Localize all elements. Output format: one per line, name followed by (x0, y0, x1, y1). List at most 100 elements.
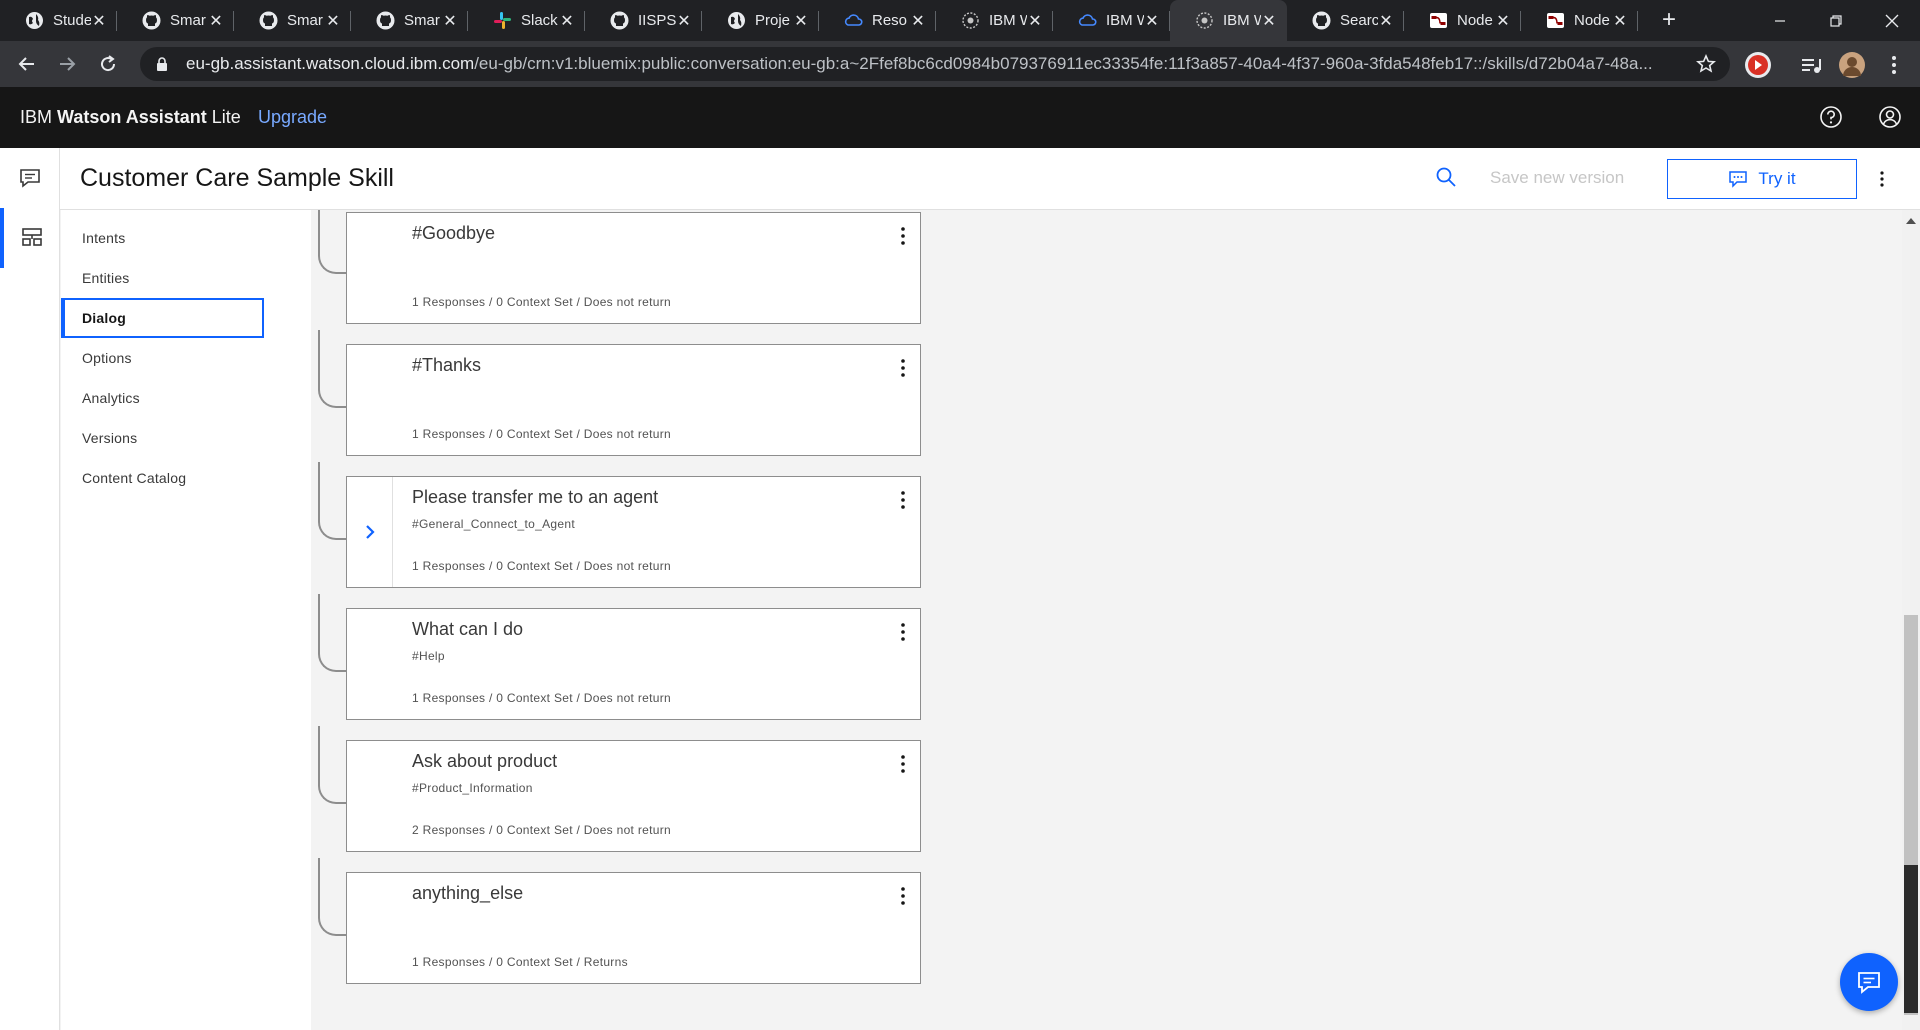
help-icon[interactable] (1818, 104, 1844, 130)
browser-tab[interactable]: Smar ✕ (351, 0, 468, 41)
kebab-menu-icon (901, 359, 905, 377)
sidenav-item-dialog[interactable]: Dialog (61, 298, 264, 338)
skills-tree-icon (22, 228, 42, 246)
back-button[interactable] (12, 49, 42, 79)
node-title: Please transfer me to an agent (412, 487, 659, 507)
close-icon[interactable]: ✕ (1378, 11, 1394, 31)
dialog-node[interactable]: Ask about product #Product_Information 2 R… (346, 740, 921, 852)
skills-nav-button[interactable] (0, 208, 60, 268)
close-icon[interactable]: ✕ (1144, 11, 1160, 31)
node-summary: 1 Responses / 0 Context Set / Does not r… (412, 295, 671, 309)
sidenav-item-content-catalog[interactable]: Content Catalog (61, 458, 264, 498)
profile-avatar[interactable] (1838, 51, 1866, 79)
node-summary: 2 Responses / 0 Context Set / Does not r… (412, 823, 671, 837)
close-icon[interactable]: ✕ (910, 11, 926, 31)
bookmark-star-icon[interactable] (1696, 54, 1716, 79)
address-bar[interactable]: eu-gb.assistant.watson.cloud.ibm.com/eu-… (140, 47, 1730, 81)
browser-tab[interactable]: Reso ✕ (819, 0, 936, 41)
browser-menu-button[interactable] (1880, 51, 1908, 79)
minimize-icon (1775, 19, 1785, 22)
scroll-up-arrow-icon[interactable] (1902, 212, 1920, 230)
sidenav-item-entities[interactable]: Entities (61, 258, 264, 298)
node-connector-line (318, 462, 346, 540)
scrollbar-thumb-active[interactable] (1904, 865, 1918, 1013)
search-button[interactable] (1435, 166, 1461, 192)
close-icon[interactable]: ✕ (1612, 11, 1628, 31)
browser-tab[interactable]: Stude ✕ (0, 0, 117, 41)
browser-tab[interactable]: IBM W ✕ (936, 0, 1053, 41)
browser-tab[interactable]: Slack ✕ (468, 0, 585, 41)
node-connector-line (318, 594, 346, 672)
dialog-node[interactable]: #Goodbye 1 Responses / 0 Context Set / Do… (346, 212, 921, 324)
dialog-node[interactable]: Please transfer me to an agent #General_C… (346, 476, 921, 588)
chevron-right-icon (365, 525, 375, 539)
node-overflow-menu[interactable] (895, 355, 911, 381)
close-icon[interactable]: ✕ (325, 11, 341, 31)
user-profile-icon[interactable] (1877, 104, 1903, 130)
kebab-menu-icon (901, 491, 905, 509)
browser-tab[interactable]: IBM W ✕ (1053, 0, 1170, 41)
try-it-button[interactable]: Try it (1667, 159, 1857, 199)
github-icon (259, 11, 278, 30)
tab-label: Node (1457, 12, 1493, 29)
close-window-button[interactable] (1864, 0, 1920, 41)
dialog-node[interactable]: What can I do #Help 1 Responses / 0 Contex… (346, 608, 921, 720)
search-icon (1436, 167, 1456, 187)
node-title: Ask about product (412, 751, 558, 771)
browser-tab[interactable]: Smar ✕ (234, 0, 351, 41)
restore-icon (1830, 14, 1842, 27)
close-icon[interactable]: ✕ (91, 11, 107, 31)
dialog-node[interactable]: anything_else 1 Responses / 0 Context Set… (346, 872, 921, 984)
node-overflow-menu[interactable] (895, 487, 911, 513)
extension-icon[interactable] (1744, 51, 1772, 79)
browser-tab[interactable]: Node ✕ (1404, 0, 1521, 41)
kebab-menu-icon (1880, 171, 1884, 187)
minimize-button[interactable] (1752, 0, 1808, 41)
browser-tab[interactable]: IBM W ✕ (1170, 0, 1287, 41)
left-rail (0, 148, 60, 1030)
restore-button[interactable] (1808, 0, 1864, 41)
arrow-right-icon (60, 57, 76, 71)
save-new-version-button[interactable]: Save new version (1490, 168, 1624, 188)
sidenav-item-intents[interactable]: Intents (61, 218, 264, 258)
upgrade-link[interactable]: Upgrade (258, 107, 327, 128)
browser-tab[interactable]: Searc ✕ (1287, 0, 1404, 41)
product-brand[interactable]: IBM Watson Assistant Lite (20, 107, 241, 128)
node-overflow-menu[interactable] (895, 751, 911, 777)
node-overflow-menu[interactable] (895, 619, 911, 645)
media-control-icon[interactable] (1797, 51, 1825, 79)
close-icon[interactable]: ✕ (442, 11, 458, 31)
browser-tab[interactable]: IISPS ✕ (585, 0, 702, 41)
dialog-node[interactable]: #Thanks 1 Responses / 0 Context Set / Doe… (346, 344, 921, 456)
browser-tab[interactable]: Smar ✕ (117, 0, 234, 41)
close-icon[interactable]: ✕ (1495, 11, 1511, 31)
new-tab-button[interactable]: + (1655, 7, 1683, 35)
node-title: #Goodbye (412, 223, 496, 243)
node-overflow-menu[interactable] (895, 223, 911, 249)
close-icon[interactable]: ✕ (1261, 11, 1277, 31)
close-icon[interactable]: ✕ (559, 11, 575, 31)
chat-launcher-button[interactable] (1840, 953, 1898, 1011)
skill-overflow-menu[interactable] (1872, 166, 1892, 192)
reload-button[interactable] (93, 49, 123, 79)
assistants-nav-button[interactable] (0, 148, 60, 208)
sidenav-item-versions[interactable]: Versions (61, 418, 264, 458)
node-title: #Thanks (412, 355, 482, 375)
browser-tab[interactable]: Node ✕ (1521, 0, 1638, 41)
reload-icon (101, 55, 116, 72)
forward-button[interactable] (52, 49, 82, 79)
ibm-cloud-icon (844, 11, 863, 30)
expand-children-button[interactable] (347, 477, 393, 587)
close-icon[interactable]: ✕ (208, 11, 224, 31)
close-icon[interactable]: ✕ (676, 11, 692, 31)
tab-label: Slack (521, 12, 558, 29)
node-connector-line (318, 858, 346, 936)
browser-tab[interactable]: Proje ✕ (702, 0, 819, 41)
dialog-canvas: #Goodbye 1 Responses / 0 Context Set / Do… (311, 210, 1902, 1030)
kebab-menu-icon (901, 755, 905, 773)
sidenav-item-analytics[interactable]: Analytics (61, 378, 264, 418)
close-icon[interactable]: ✕ (793, 11, 809, 31)
node-overflow-menu[interactable] (895, 883, 911, 909)
sidenav-item-options[interactable]: Options (61, 338, 264, 378)
close-icon[interactable]: ✕ (1027, 11, 1043, 31)
